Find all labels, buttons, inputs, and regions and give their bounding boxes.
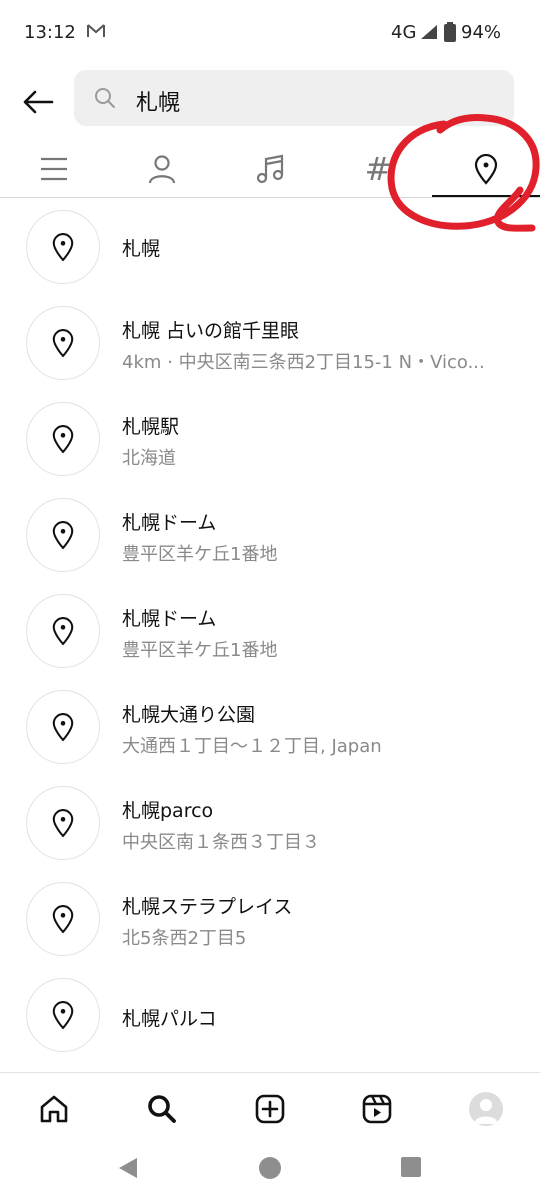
place-title: 札幌駅: [122, 416, 180, 438]
place-title: 札幌: [122, 238, 161, 260]
gmail-icon: [86, 23, 106, 43]
battery-icon: [444, 22, 456, 46]
arrow-left-icon: [23, 90, 54, 114]
list-item[interactable]: 札幌: [0, 200, 540, 296]
search-input[interactable]: 札幌: [74, 70, 514, 126]
signal-icon: [420, 24, 438, 44]
music-note-icon: [256, 154, 284, 184]
status-time: 13:12: [24, 22, 76, 43]
place-subtitle: 豊平区羊ケ丘1番地: [122, 544, 278, 565]
place-avatar: [26, 402, 100, 476]
location-pin-icon: [52, 521, 74, 550]
search-query: 札幌: [136, 91, 181, 116]
tab-audio[interactable]: [216, 140, 324, 198]
location-pin-icon: [52, 1001, 74, 1030]
place-avatar: [26, 306, 100, 380]
place-subtitle: 豊平区羊ケ丘1番地: [122, 640, 278, 661]
search-icon: [94, 87, 116, 113]
place-avatar: [26, 594, 100, 668]
place-avatar: [26, 210, 100, 284]
nav-profile[interactable]: [464, 1087, 508, 1131]
place-avatar: [26, 882, 100, 956]
nav-search[interactable]: [140, 1087, 184, 1131]
list-item[interactable]: 札幌 占いの館千里眼 4km · 中央区南三条西2丁目15-1 N・Vico..…: [0, 296, 540, 392]
network-type: 4G: [391, 22, 417, 43]
place-title: 札幌parco: [122, 800, 214, 822]
location-pin-icon: [52, 617, 74, 646]
back-button[interactable]: [20, 84, 56, 120]
reels-icon: [362, 1094, 392, 1124]
place-avatar: [26, 786, 100, 860]
list-item[interactable]: 札幌parco 中央区南１条西３丁目３: [0, 776, 540, 872]
tab-accounts[interactable]: [108, 140, 216, 198]
place-subtitle: 中央区南１条西３丁目３: [122, 832, 320, 853]
home-circle-icon[interactable]: [258, 1156, 282, 1184]
list-item[interactable]: 札幌ドーム 豊平区羊ケ丘1番地: [0, 488, 540, 584]
system-nav: [0, 1142, 540, 1200]
place-title: 札幌パルコ: [122, 1008, 217, 1030]
active-tab-indicator: [432, 195, 540, 197]
list-item[interactable]: 札幌パルコ: [0, 968, 540, 1064]
place-avatar: [26, 690, 100, 764]
place-title: 札幌大通り公園: [122, 704, 256, 726]
location-pin-icon: [52, 329, 74, 358]
list-item[interactable]: 札幌駅 北海道: [0, 392, 540, 488]
place-avatar: [26, 498, 100, 572]
nav-reels[interactable]: [355, 1087, 399, 1131]
create-icon: [255, 1094, 285, 1124]
menu-lines-icon: [41, 157, 67, 181]
battery-percent: 94%: [461, 22, 502, 43]
place-subtitle: 北海道: [122, 448, 176, 469]
list-item[interactable]: 札幌大通り公園 大通西１丁目〜１２丁目, Japan: [0, 680, 540, 776]
location-pin-icon: [52, 809, 74, 838]
location-pin-icon: [52, 233, 74, 262]
location-pin-icon: [474, 153, 498, 185]
place-subtitle: 4km · 中央区南三条西2丁目15-1 N・Vico...: [122, 352, 485, 373]
search-icon: [148, 1095, 176, 1123]
location-pin-icon: [52, 713, 74, 742]
tab-places[interactable]: [432, 140, 540, 198]
person-icon: [148, 155, 176, 184]
profile-avatar: [469, 1092, 503, 1126]
search-tabs: #: [0, 140, 540, 198]
home-icon: [40, 1095, 68, 1123]
list-item[interactable]: 札幌ステラプレイス 北5条西2丁目5: [0, 872, 540, 968]
place-avatar: [26, 978, 100, 1052]
place-title: 札幌ステラプレイス: [122, 896, 293, 918]
place-subtitle: 北5条西2丁目5: [122, 928, 247, 949]
bottom-nav: [0, 1072, 540, 1142]
tab-top[interactable]: [0, 140, 108, 198]
location-pin-icon: [52, 425, 74, 454]
nav-home[interactable]: [32, 1087, 76, 1131]
location-pin-icon: [52, 905, 74, 934]
place-title: 札幌 占いの館千里眼: [122, 320, 300, 342]
place-title: 札幌ドーム: [122, 608, 217, 630]
status-bar: 13:12 4G 94%: [0, 0, 540, 64]
back-triangle-icon[interactable]: [117, 1156, 139, 1184]
tab-tags[interactable]: #: [324, 140, 432, 198]
place-subtitle: 大通西１丁目〜１２丁目, Japan: [122, 736, 382, 757]
hashtag-icon: #: [364, 150, 392, 188]
list-item[interactable]: 札幌ドーム 豊平区羊ケ丘1番地: [0, 584, 540, 680]
recents-square-icon[interactable]: [400, 1156, 422, 1182]
nav-create[interactable]: [248, 1087, 292, 1131]
place-title: 札幌ドーム: [122, 512, 217, 534]
